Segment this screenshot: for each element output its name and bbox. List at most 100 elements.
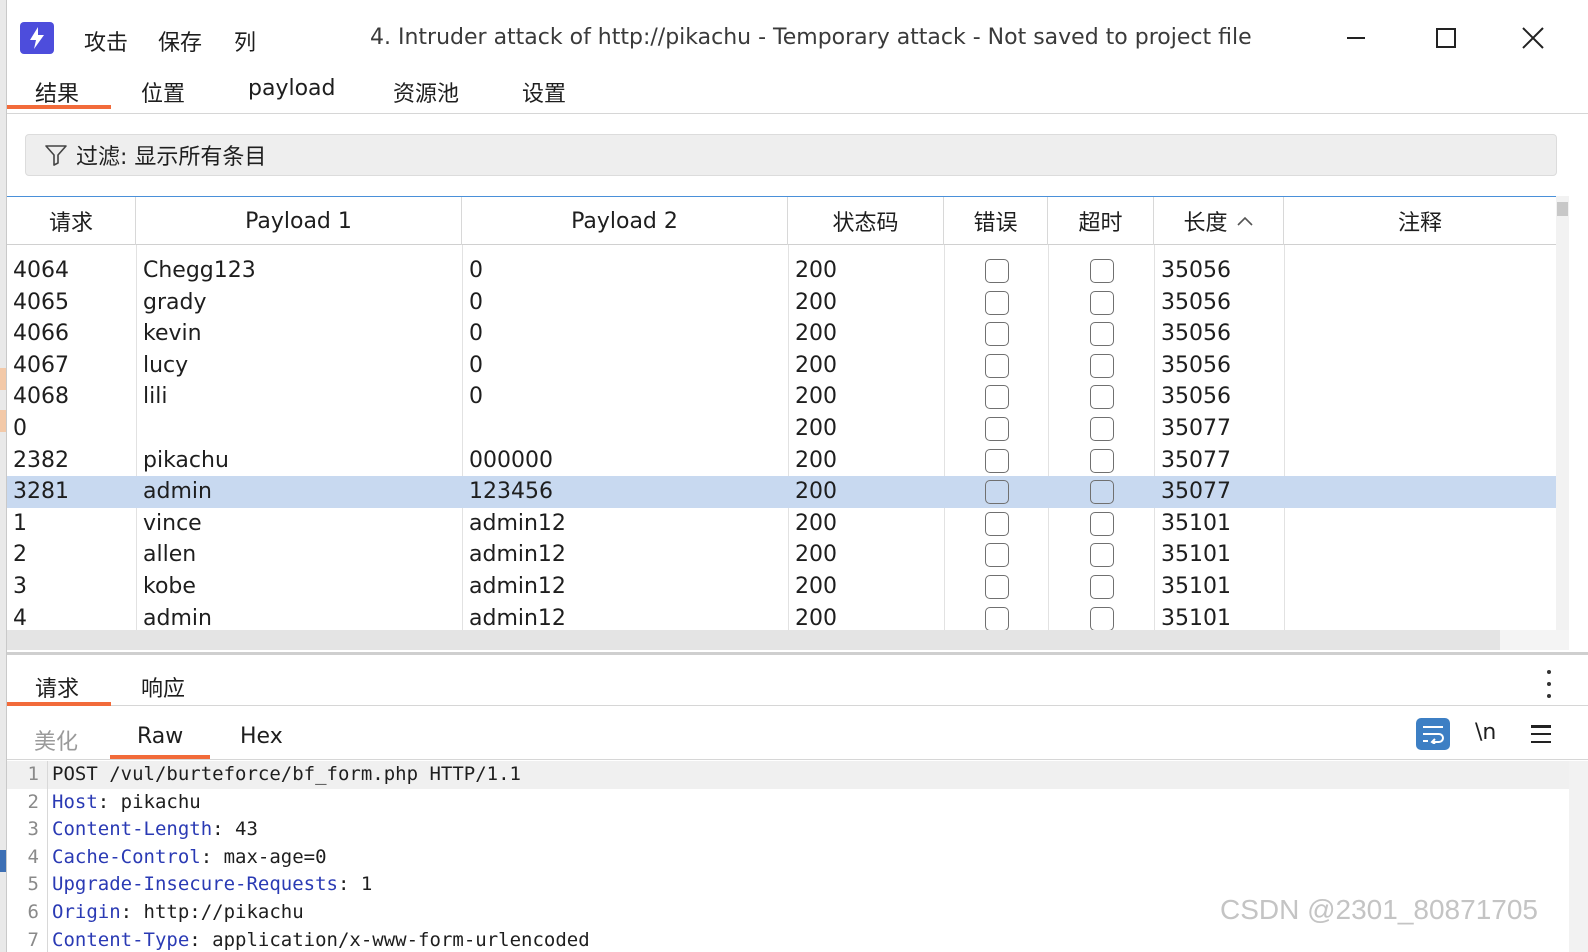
timeout-checkbox[interactable]: [1090, 575, 1114, 599]
error-checkbox[interactable]: [985, 575, 1009, 599]
editor-vertical-scrollbar[interactable]: [1569, 761, 1588, 952]
intruder-attack-window: 攻击 保存 列 4. Intruder attack of http://pik…: [7, 0, 1588, 952]
editor-line[interactable]: 2 Host: pikachu: [7, 789, 1569, 817]
tab-payload[interactable]: payload: [248, 76, 335, 101]
cell-request: 4068: [13, 384, 69, 410]
timeout-checkbox[interactable]: [1090, 353, 1114, 378]
table-row[interactable]: 4066 kevin 0 200 35056: [7, 318, 1556, 350]
table-row[interactable]: 3 kobe admin12 200 35101: [7, 571, 1556, 603]
cell-request: 4067: [13, 352, 69, 378]
column-header-status[interactable]: 状态码: [788, 197, 944, 245]
column-header-request[interactable]: 请求: [7, 197, 136, 245]
editor-line[interactable]: 1 POST /vul/burteforce/bf_form.php HTTP/1…: [7, 761, 1569, 789]
timeout-checkbox[interactable]: [1090, 543, 1114, 568]
more-options-icon[interactable]: [1539, 670, 1559, 698]
cell-payload2: 123456: [469, 479, 553, 505]
cell-payload2: admin12: [469, 605, 566, 630]
timeout-checkbox[interactable]: [1090, 322, 1114, 347]
table-row[interactable]: 2382 pikachu 000000 200 35077: [7, 445, 1556, 477]
column-header-timeout[interactable]: 超时: [1048, 197, 1154, 245]
header-line: Origin: http://pikachu: [52, 899, 304, 927]
table-row[interactable]: 0 200 35077: [7, 413, 1556, 445]
table-row[interactable]: 2 allen admin12 200 35101: [7, 539, 1556, 571]
error-checkbox[interactable]: [985, 606, 1009, 630]
cell-payload1: grady: [143, 289, 207, 315]
timeout-checkbox[interactable]: [1090, 417, 1114, 441]
cell-length: 35056: [1161, 321, 1231, 347]
active-message-tab-indicator: [7, 702, 111, 706]
filter-icon: [45, 145, 67, 166]
table-vertical-scrollbar[interactable]: [1556, 196, 1569, 630]
tab-raw[interactable]: Raw: [137, 724, 183, 749]
menu-columns[interactable]: 列: [234, 25, 256, 57]
tab-resource-pool[interactable]: 资源池: [393, 76, 459, 108]
table-row[interactable]: 4068 lili 0 200 35056: [7, 381, 1556, 413]
error-checkbox[interactable]: [985, 259, 1009, 283]
header-name: Content-Type: [52, 928, 190, 951]
maximize-button[interactable]: [1423, 18, 1469, 58]
tab-pretty[interactable]: 美化: [34, 724, 78, 756]
timeout-checkbox[interactable]: [1090, 511, 1114, 536]
cell-payload2: 0: [469, 289, 483, 315]
column-header-length[interactable]: 长度: [1154, 197, 1284, 245]
editor-line[interactable]: 3 Content-Length: 43: [7, 816, 1569, 844]
cell-payload2: 0: [469, 321, 483, 347]
cell-payload1: lucy: [143, 352, 189, 378]
timeout-checkbox[interactable]: [1090, 448, 1114, 473]
cell-length: 35056: [1161, 352, 1231, 378]
timeout-checkbox[interactable]: [1090, 480, 1114, 505]
view-mode-tabs: 美化 Raw Hex \n: [7, 708, 1588, 760]
error-checkbox[interactable]: [985, 543, 1009, 568]
cell-length: 35101: [1161, 605, 1231, 630]
results-table: 请求 Payload 1 Payload 2 状态码 错误 超时 长度 注释 4…: [7, 196, 1556, 630]
error-checkbox[interactable]: [985, 290, 1009, 315]
tab-request[interactable]: 请求: [35, 671, 79, 703]
tab-hex[interactable]: Hex: [240, 724, 283, 749]
error-checkbox[interactable]: [985, 322, 1009, 347]
timeout-checkbox[interactable]: [1090, 385, 1114, 410]
timeout-checkbox[interactable]: [1090, 290, 1114, 315]
table-row[interactable]: 4 admin admin12 200 35101: [7, 603, 1556, 630]
tab-response[interactable]: 响应: [141, 671, 185, 703]
minimize-button[interactable]: [1333, 18, 1379, 58]
editor-line[interactable]: 4 Cache-Control: max-age=0: [7, 844, 1569, 872]
table-horizontal-scrollbar[interactable]: [7, 630, 1500, 650]
cell-status: 200: [795, 510, 837, 536]
menu-attack[interactable]: 攻击: [84, 25, 128, 57]
tab-results[interactable]: 结果: [35, 76, 79, 108]
column-header-payload1[interactable]: Payload 1: [136, 197, 462, 245]
tab-settings[interactable]: 设置: [522, 76, 566, 108]
error-checkbox[interactable]: [985, 385, 1009, 410]
column-header-comment[interactable]: 注释: [1284, 197, 1556, 245]
line-number: 7: [27, 928, 39, 951]
table-row[interactable]: 4064 Chegg123 0 200 35056: [7, 255, 1556, 287]
table-row[interactable]: 1 vince admin12 200 35101: [7, 508, 1556, 540]
cell-payload1: admin: [143, 605, 212, 630]
cell-length: 35077: [1161, 447, 1231, 473]
hamburger-menu-icon[interactable]: [1529, 722, 1553, 746]
error-checkbox[interactable]: [985, 417, 1009, 441]
tab-positions[interactable]: 位置: [141, 76, 185, 108]
word-wrap-button[interactable]: [1416, 718, 1450, 750]
pane-splitter[interactable]: [7, 652, 1588, 655]
header-name: Host: [52, 790, 98, 813]
menu-save[interactable]: 保存: [158, 25, 202, 57]
error-checkbox[interactable]: [985, 353, 1009, 378]
timeout-checkbox[interactable]: [1090, 606, 1114, 630]
column-header-error[interactable]: 错误: [944, 197, 1048, 245]
header-line: Upgrade-Insecure-Requests: 1: [52, 871, 372, 899]
table-row[interactable]: 3281 admin 123456 200 35077: [7, 476, 1556, 508]
show-newlines-button[interactable]: \n: [1475, 720, 1496, 745]
background-window-strip: [0, 0, 7, 952]
header-line: Cache-Control: max-age=0: [52, 844, 327, 872]
table-row[interactable]: 4067 lucy 0 200 35056: [7, 350, 1556, 382]
error-checkbox[interactable]: [985, 448, 1009, 473]
error-checkbox[interactable]: [985, 511, 1009, 536]
table-row[interactable]: 4065 grady 0 200 35056: [7, 287, 1556, 319]
timeout-checkbox[interactable]: [1090, 259, 1114, 283]
close-button[interactable]: [1510, 18, 1556, 58]
column-header-payload2[interactable]: Payload 2: [462, 197, 788, 245]
editor-line[interactable]: 7 Content-Type: application/x-www-form-ur…: [7, 927, 1569, 952]
error-checkbox[interactable]: [985, 480, 1009, 505]
filter-bar[interactable]: 过滤: 显示所有条目: [25, 134, 1557, 176]
